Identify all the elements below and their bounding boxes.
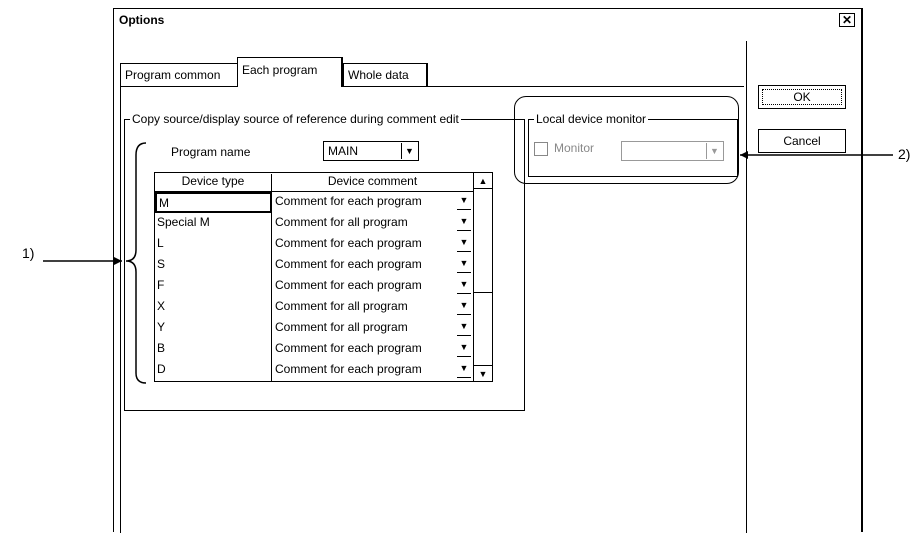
callout-1-arrowhead: [114, 257, 122, 265]
callout-2-label: 2): [898, 146, 911, 162]
callout-2-arrowhead: [740, 151, 748, 159]
callout-1-brace: [125, 142, 147, 384]
tab-each-program[interactable]: Each program: [237, 57, 343, 87]
callout-1-label: 1): [22, 245, 35, 261]
annotation-lines: [43, 142, 893, 384]
